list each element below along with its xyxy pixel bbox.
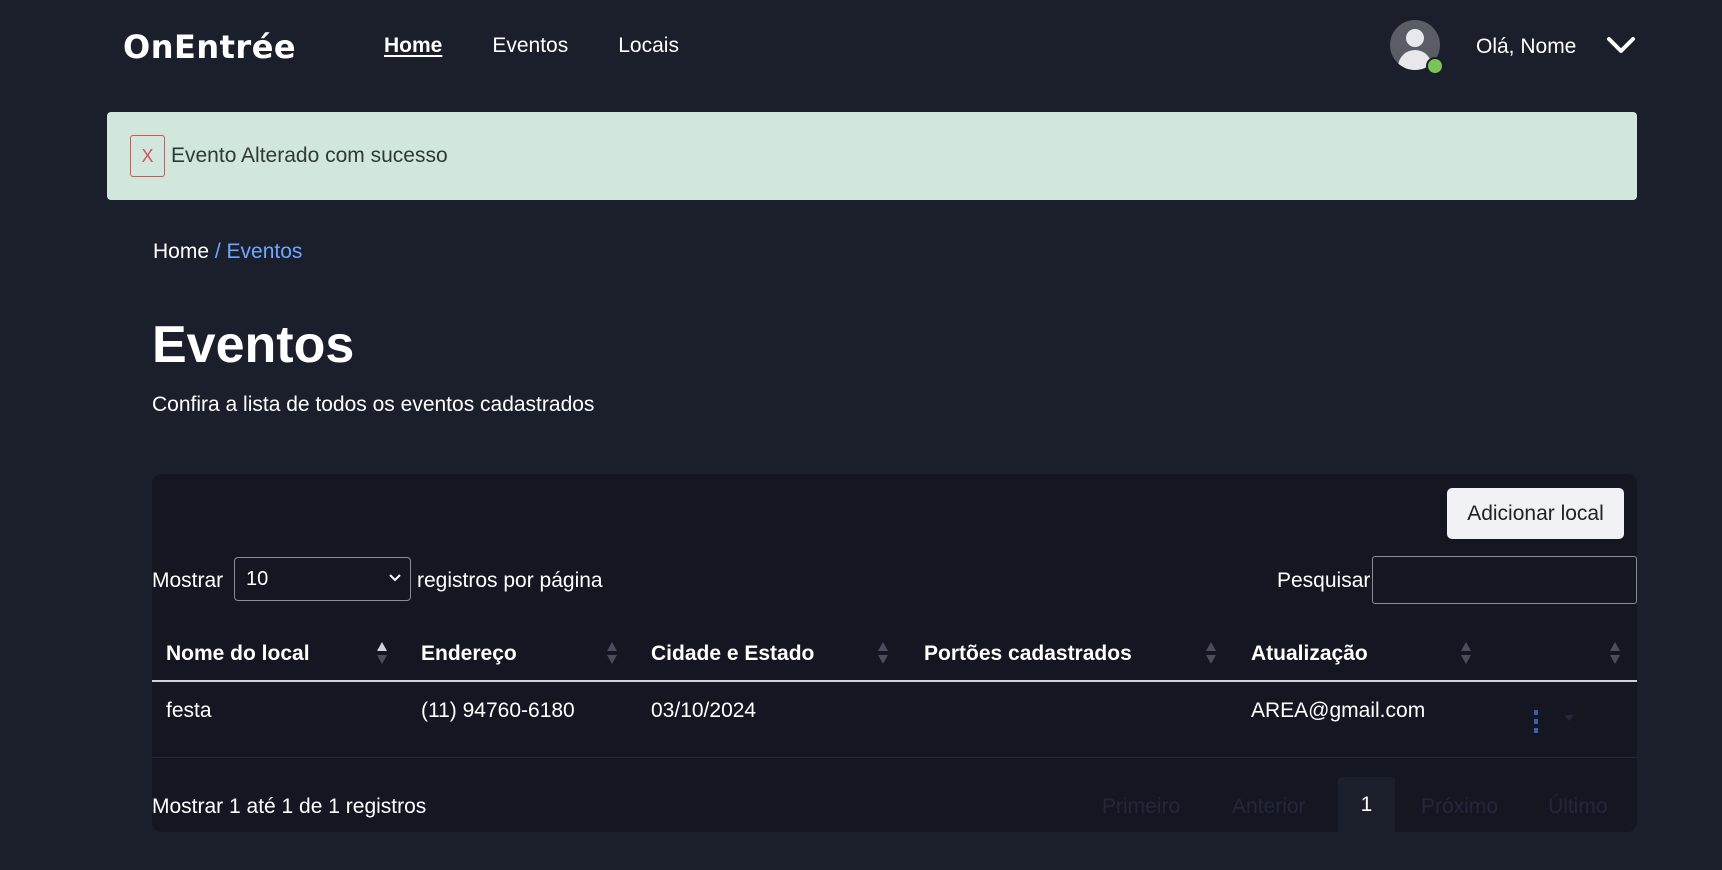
pagination-current[interactable]: 1 <box>1338 777 1395 833</box>
top-navbar: OnEntrée Home Eventos Locais Olá, Nome <box>0 0 1722 96</box>
sort-icon[interactable] <box>606 640 618 666</box>
success-alert: X Evento Alterado com sucesso <box>107 112 1637 200</box>
page-title: Eventos <box>152 316 355 374</box>
cell-nome: festa <box>166 699 212 722</box>
sort-icon[interactable] <box>1205 640 1217 666</box>
online-status-dot <box>1426 57 1444 75</box>
alert-message: Evento Alterado com sucesso <box>171 144 448 167</box>
breadcrumb: Home / Eventos <box>153 240 302 264</box>
caret-down-icon[interactable] <box>1563 714 1575 722</box>
breadcrumb-current[interactable]: / Eventos <box>215 240 303 263</box>
sort-icon[interactable] <box>877 640 889 666</box>
chevron-down-icon <box>389 574 401 582</box>
col-portoes[interactable]: Portões cadastrados <box>924 642 1132 666</box>
table-info: Mostrar 1 até 1 de 1 registros <box>152 795 427 818</box>
pagination-first[interactable]: Primeiro <box>1102 795 1180 819</box>
add-local-button[interactable]: Adicionar local <box>1447 488 1624 539</box>
sort-icon[interactable] <box>1609 640 1621 666</box>
length-label: Mostrar <box>152 569 224 592</box>
pagination-prev[interactable]: Anterior <box>1232 795 1306 819</box>
sort-asc-icon[interactable] <box>376 640 388 666</box>
main-nav: Home Eventos Locais <box>384 34 679 58</box>
nav-home[interactable]: Home <box>384 34 442 58</box>
nav-locais[interactable]: Locais <box>618 34 679 58</box>
sort-icon[interactable] <box>1460 640 1472 666</box>
search-input[interactable] <box>1372 556 1637 604</box>
page-length-select[interactable]: 10 <box>234 557 411 601</box>
breadcrumb-home[interactable]: Home <box>153 240 209 263</box>
user-greeting[interactable]: Olá, Nome <box>1476 35 1576 59</box>
length-suffix: registros por página <box>417 569 603 592</box>
pagination-last[interactable]: Último <box>1548 795 1608 819</box>
page-length-value: 10 <box>246 567 269 590</box>
col-atualizacao[interactable]: Atualização <box>1251 642 1368 666</box>
alert-close-button[interactable]: X <box>130 135 165 177</box>
pagination-next[interactable]: Próximo <box>1421 795 1498 819</box>
cell-endereco: (11) 94760-6180 <box>421 699 575 722</box>
cell-atualizacao: AREA@gmail.com <box>1251 699 1426 722</box>
kebab-menu-icon[interactable] <box>1532 708 1540 736</box>
col-endereco[interactable]: Endereço <box>421 642 517 666</box>
cell-cidade: 03/10/2024 <box>651 699 757 722</box>
page-subtitle: Confira a lista de todos os eventos cada… <box>152 393 595 416</box>
table-header: Nome do local Endereço Cidade e Estado P… <box>152 630 1637 682</box>
brand-logo[interactable]: OnEntrée <box>123 28 296 66</box>
chevron-down-icon[interactable] <box>1606 34 1636 56</box>
nav-eventos[interactable]: Eventos <box>492 34 568 58</box>
col-nome-do-local[interactable]: Nome do local <box>166 642 310 666</box>
search-label: Pesquisar <box>1277 569 1371 592</box>
table-row: festa (11) 94760-6180 03/10/2024 AREA@gm… <box>152 684 1637 758</box>
col-cidade-estado[interactable]: Cidade e Estado <box>651 642 814 666</box>
